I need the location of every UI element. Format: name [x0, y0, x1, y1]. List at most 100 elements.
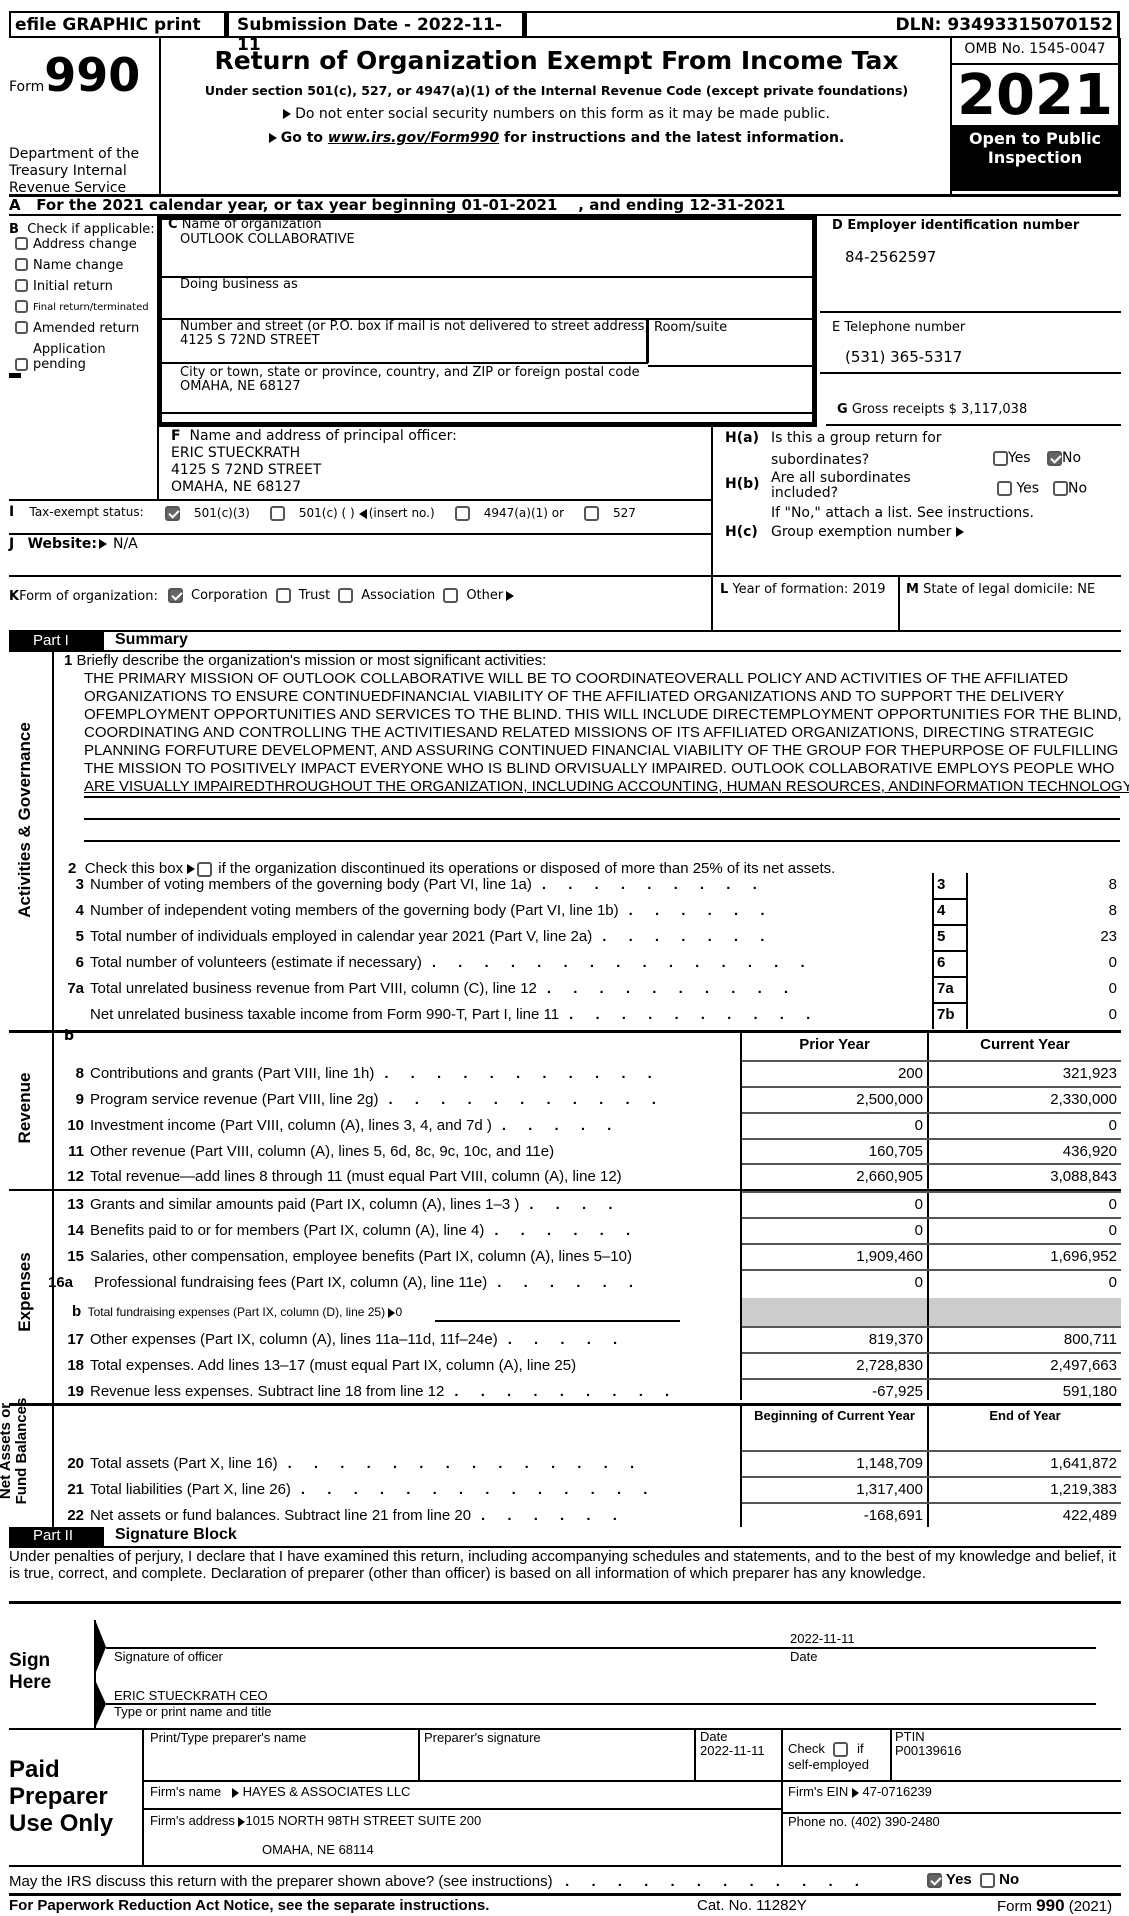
current-year-value: 0	[1108, 1117, 1117, 1134]
tax-status-checkbox[interactable]	[454, 506, 470, 521]
shaded-cell	[742, 1298, 927, 1326]
mission-line: THE MISSION TO POSITIVELY IMPACT EVERYON…	[84, 760, 1115, 777]
section-b: B Check if applicable: Address change Nam…	[9, 222, 159, 372]
preparer-signature-label[interactable]: Preparer's signature	[424, 1730, 541, 1745]
checkbox[interactable]	[15, 358, 28, 371]
arrow-right-icon	[955, 527, 964, 537]
org-form-option[interactable]: Corporation	[168, 588, 268, 603]
org-form-checkbox[interactable]	[443, 588, 459, 603]
catalog-number: Cat. No. 11282Y	[697, 1897, 807, 1914]
dln: DLN: 93493315070152	[525, 11, 1120, 38]
tax-status-option[interactable]: 4947(a)(1) or	[454, 506, 564, 521]
discuss-yes-checkbox[interactable]	[927, 1872, 942, 1888]
line-value: 0	[1108, 980, 1117, 997]
current-year-value: 1,696,952	[1050, 1248, 1117, 1265]
state-domicile: M State of legal domicile: NE	[906, 582, 1096, 597]
checkbox-option[interactable]: Amended return	[13, 321, 159, 342]
checkbox[interactable]	[15, 237, 28, 250]
firm-name-row: Firm's name HAYES & ASSOCIATES LLC	[150, 1784, 411, 1799]
section-b-title: B Check if applicable:	[9, 222, 155, 237]
current-year-value: 2,330,000	[1050, 1091, 1117, 1108]
checkbox-option[interactable]: Name change	[13, 258, 159, 279]
governance-row: Net unrelated business taxable income fr…	[90, 1006, 820, 1023]
current-year-value: 591,180	[1062, 1383, 1117, 1400]
org-form-options: Corporation Trust Association Other	[168, 588, 522, 603]
website-row: J Website: N/A	[9, 536, 138, 552]
hb-yes-checkbox[interactable]	[997, 481, 1012, 496]
part1-tag: Part I	[9, 632, 104, 650]
hb-no-checkbox[interactable]	[1053, 481, 1068, 496]
line16b-value: 0	[395, 1305, 403, 1319]
hb-yes-option[interactable]: Yes	[997, 481, 1039, 497]
ha-no-checkbox[interactable]	[1047, 450, 1062, 466]
paperwork-notice: For Paperwork Reduction Act Notice, see …	[9, 1897, 490, 1914]
org-form-checkbox[interactable]	[338, 588, 354, 603]
omb-number: OMB No. 1545-0047	[952, 38, 1118, 65]
tax-status-option[interactable]: 501(c)(3)	[165, 506, 250, 521]
ha-label: H(a)	[725, 430, 759, 446]
ha-no-option[interactable]: No	[1047, 449, 1081, 468]
line-box-label: 4	[937, 902, 946, 919]
tax-status-option[interactable]: 501(c) ( ) (insert no.)	[269, 506, 435, 521]
org-form-checkbox[interactable]	[168, 588, 183, 603]
notice-ssn: Do not enter social security numbers on …	[163, 106, 950, 122]
hc-label: H(c)	[725, 524, 758, 540]
form-number-block: Form990 Department of the Treasury Inter…	[9, 38, 161, 195]
checkbox-option[interactable]: Address change	[13, 237, 159, 258]
org-form-option[interactable]: Other	[443, 588, 515, 603]
hb-no-option[interactable]: No	[1053, 481, 1087, 497]
mission-line: ARE VISUALLY IMPAIREDTHROUGHOUT THE ORGA…	[84, 778, 1129, 795]
tax-status-checkbox[interactable]	[269, 506, 285, 521]
governance-row: 5 Total number of individuals employed in…	[75, 928, 774, 945]
firm-ein: 47-0716239	[862, 1784, 932, 1799]
tax-status-checkbox[interactable]	[165, 506, 180, 521]
self-employed-checkbox[interactable]	[833, 1742, 849, 1758]
side-label-net-assets: Net Assets or Fund Balances	[0, 1397, 30, 1505]
city-value: OMAHA, NE 68127	[180, 379, 301, 394]
discuss-yes-option[interactable]: Yes	[927, 1871, 972, 1888]
arrow-right-icon	[851, 1787, 859, 1798]
prior-year-value: 2,728,830	[856, 1357, 923, 1374]
discuss-no-checkbox[interactable]	[979, 1872, 995, 1888]
line-box-label: 5	[937, 928, 946, 945]
checkbox[interactable]	[15, 279, 28, 292]
line-box-label: 7b	[937, 1006, 955, 1023]
signature-date: 2022-11-11	[790, 1631, 855, 1646]
tax-status-option[interactable]: 527	[584, 506, 636, 521]
irs-form990-link[interactable]: www.irs.gov/Form990	[328, 130, 499, 146]
tax-exempt-status: I Tax-exempt status:	[9, 504, 144, 520]
side-label-activities: Activities & Governance	[15, 722, 34, 918]
discuss-no-option[interactable]: No	[979, 1871, 1019, 1888]
org-form-checkbox[interactable]	[275, 588, 291, 603]
financial-row: 14 Benefits paid to or for members (Part …	[67, 1222, 640, 1239]
ptin: PTIN P00139616	[895, 1729, 962, 1758]
principal-officer: F Name and address of principal officer:…	[171, 428, 457, 495]
org-form-option[interactable]: Trust	[275, 588, 330, 603]
line2-checkbox[interactable]	[197, 861, 213, 877]
financial-row: 10 Investment income (Part VIII, column (…	[67, 1117, 621, 1134]
checkbox[interactable]	[15, 300, 28, 313]
mission-line: THE PRIMARY MISSION OF OUTLOOK COLLABORA…	[84, 670, 1069, 687]
tax-status-checkbox[interactable]	[584, 506, 600, 521]
checkbox[interactable]	[15, 258, 28, 271]
mission-text: THE PRIMARY MISSION OF OUTLOOK COLLABORA…	[84, 670, 1129, 796]
line-value: 8	[1108, 902, 1117, 919]
checkbox-option[interactable]: Application pending	[13, 342, 133, 372]
tax-year: 2021	[957, 63, 1113, 128]
current-year-value: 436,920	[1062, 1143, 1117, 1160]
checkbox[interactable]	[15, 321, 28, 334]
org-form-option[interactable]: Association	[338, 588, 435, 603]
department-label: Department of the Treasury Internal Reve…	[9, 146, 140, 193]
dba-label: Doing business as	[180, 277, 298, 292]
ha-yes-option[interactable]: Yes	[993, 449, 1031, 468]
mission-line: OFEMPLOYMENT OPPORTUNITIES AND SERVICES …	[84, 706, 1122, 723]
signature-of-officer-label[interactable]: Signature of officer	[114, 1649, 223, 1664]
financial-row: 16a Professional fundraising fees (Part I…	[48, 1274, 643, 1291]
governance-row: 3 Number of voting members of the governi…	[75, 876, 766, 893]
street-field: Number and street (or P.O. box if mail i…	[180, 319, 650, 348]
form-of-organization: KForm of organization:	[9, 589, 158, 604]
checkbox-label: Final return/terminated	[33, 302, 149, 313]
checkbox-option[interactable]: Final return/terminated	[13, 300, 159, 321]
ha-yes-checkbox[interactable]	[993, 450, 1008, 466]
checkbox-option[interactable]: Initial return	[13, 279, 159, 300]
